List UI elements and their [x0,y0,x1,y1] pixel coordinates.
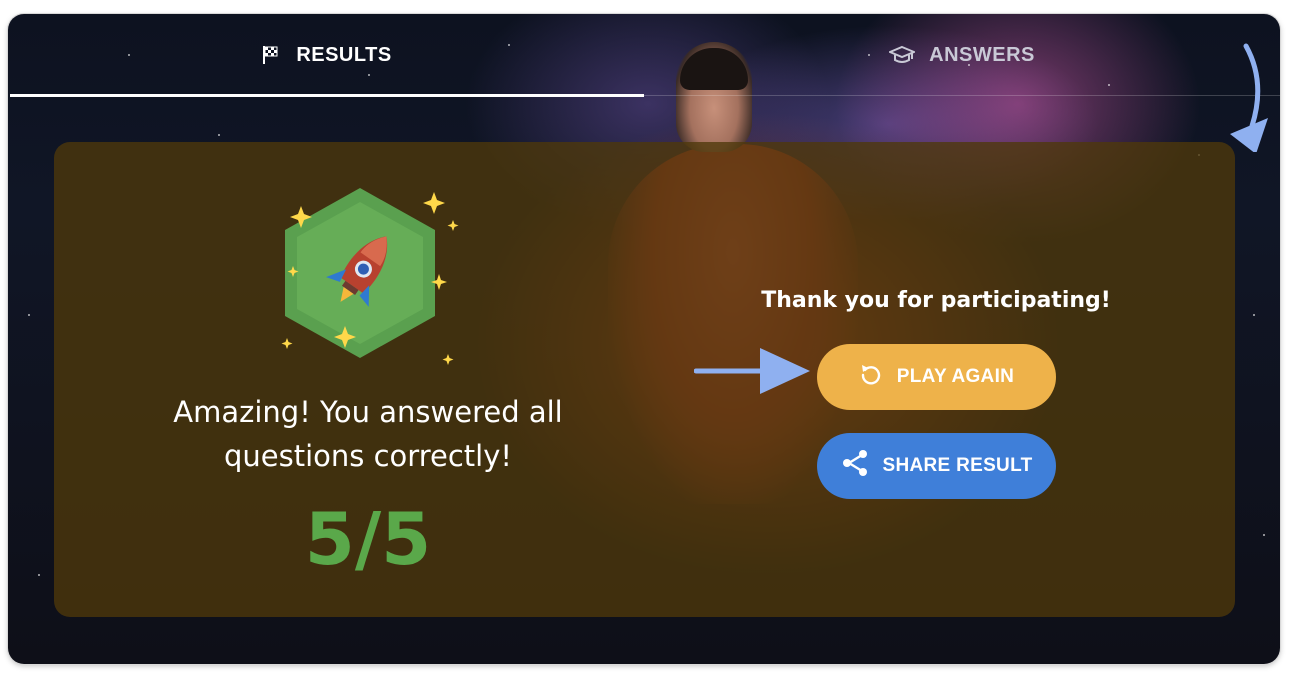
tab-bar: RESULTS ANSWERS [8,14,1280,97]
result-message: Amazing! You answered all questions corr… [173,395,563,473]
share-result-label: SHARE RESULT [882,455,1033,476]
share-result-button[interactable]: SHARE RESULT [817,433,1056,499]
tab-results[interactable]: RESULTS [8,14,644,96]
checkered-flag-icon [260,44,282,66]
annotation-curved-arrow-icon [1230,43,1268,152]
annotation-arrow-icon [694,348,810,394]
active-tab-indicator [10,94,644,97]
tab-divider-line [644,95,1280,96]
replay-icon [859,362,883,392]
score-value: 5/5 [304,497,432,581]
tab-answers[interactable]: ANSWERS [644,14,1280,96]
share-icon [841,449,869,483]
thanks-message: Thank you for participating! [761,288,1111,313]
result-card [54,142,1235,617]
tab-answers-label: ANSWERS [929,43,1035,66]
rocket-badge [281,188,459,365]
play-again-button[interactable]: PLAY AGAIN [817,344,1056,410]
tab-results-label: RESULTS [296,43,392,66]
quiz-result-panel: RESULTS ANSWERS Amazing! You answered al… [8,14,1280,664]
graduation-cap-icon [889,44,916,66]
play-again-label: PLAY AGAIN [896,366,1015,387]
